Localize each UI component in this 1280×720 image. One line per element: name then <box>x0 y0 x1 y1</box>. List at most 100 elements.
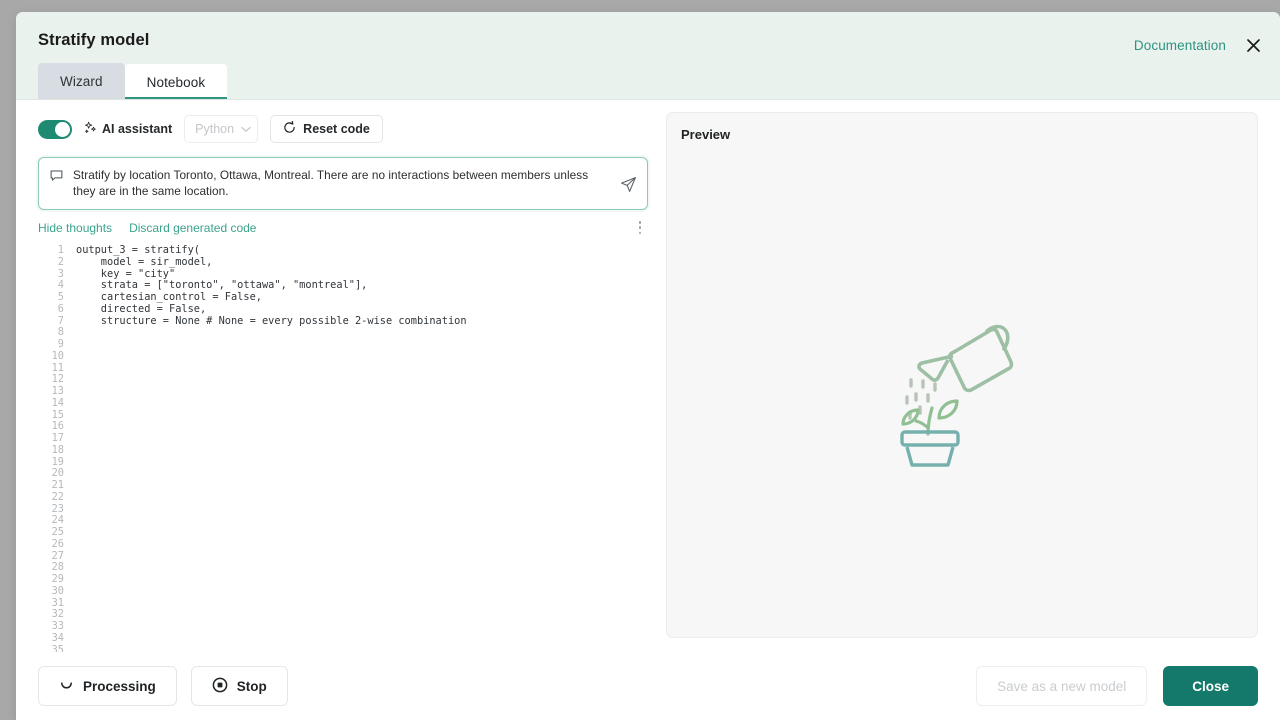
ai-assistant-label-group: AI assistant <box>84 121 172 137</box>
language-select[interactable]: Python <box>184 115 259 143</box>
stop-button[interactable]: Stop <box>190 666 288 706</box>
code-editor[interactable]: 1 2 3 4 5 6 7 8 9 10 11 12 13 14 15 16 17 18 19 20 21 22 23 24 2… <box>38 245 648 652</box>
language-value: Python <box>195 122 235 136</box>
code-line: structure = None # None = every possible… <box>76 314 467 327</box>
line-number: 17 <box>51 432 64 444</box>
tab-wizard[interactable]: Wizard <box>38 63 125 99</box>
tab-bar: Wizard Notebook <box>38 63 228 99</box>
modal-backdrop: Stratify model Documentation Wizard Note… <box>0 0 1280 720</box>
code-line: model = sir_model, <box>76 255 213 268</box>
notebook-pane: AI assistant Python Reset code Stratify … <box>38 112 648 652</box>
reset-code-button[interactable]: Reset code <box>270 115 383 143</box>
toggle-knob <box>55 121 70 137</box>
dialog-body: AI assistant Python Reset code Stratify … <box>16 100 1280 652</box>
line-number: 6 <box>57 302 64 315</box>
refresh-icon <box>283 120 296 137</box>
line-number: 35 <box>51 643 64 652</box>
line-number: 34 <box>51 631 64 644</box>
line-number: 13 <box>51 385 64 397</box>
stop-label: Stop <box>236 678 267 694</box>
tab-notebook[interactable]: Notebook <box>124 63 228 99</box>
save-label: Save as a new model <box>997 678 1127 694</box>
dialog-footer: Processing Stop Save as a new model Clos… <box>16 652 1280 720</box>
hide-thoughts-link[interactable]: Hide thoughts <box>38 221 112 235</box>
line-number: 33 <box>51 620 64 632</box>
sparkle-icon <box>84 121 97 137</box>
processing-label: Processing <box>83 678 156 694</box>
ai-assistant-label: AI assistant <box>102 122 173 136</box>
preview-title: Preview <box>681 127 731 142</box>
line-number: 18 <box>51 443 64 456</box>
processing-button[interactable]: Processing <box>38 666 177 706</box>
line-number: 25 <box>51 526 64 538</box>
page-title: Stratify model <box>38 31 150 49</box>
line-number-gutter: 1 2 3 4 5 6 7 8 9 10 11 12 13 14 15 16 17 18 19 20 21 22 23 24 2… <box>38 245 64 652</box>
save-as-new-model-button[interactable]: Save as a new model <box>976 666 1148 706</box>
line-number: 26 <box>51 537 64 550</box>
line-number: 22 <box>51 490 64 503</box>
send-icon[interactable] <box>620 176 637 199</box>
close-label: Close <box>1192 678 1229 694</box>
reset-code-label: Reset code <box>303 122 370 136</box>
code-line: cartesian_control = False, <box>76 291 262 303</box>
ai-prompt-text: Stratify by location Toronto, Ottawa, Mo… <box>73 168 589 198</box>
line-number: 1 <box>57 245 64 256</box>
ai-prompt-box[interactable]: Stratify by location Toronto, Ottawa, Mo… <box>38 157 648 210</box>
close-icon[interactable] <box>1242 34 1264 56</box>
notebook-toolbar: AI assistant Python Reset code <box>38 112 648 146</box>
code-content[interactable]: output_3 = stratify( model = sir_model, … <box>64 245 648 652</box>
close-button[interactable]: Close <box>1163 666 1258 706</box>
line-number: 29 <box>51 573 64 585</box>
chevron-down-icon <box>241 122 251 136</box>
line-number: 14 <box>51 396 64 409</box>
documentation-link[interactable]: Documentation <box>1134 38 1226 53</box>
discard-generated-code-link[interactable]: Discard generated code <box>129 221 256 235</box>
line-number: 10 <box>51 349 64 362</box>
chat-bubble-icon <box>50 168 63 187</box>
dialog-header: Stratify model Documentation Wizard Note… <box>16 12 1280 100</box>
code-line: directed = False, <box>76 302 207 315</box>
line-number: 9 <box>57 338 64 350</box>
line-number: 5 <box>57 291 64 303</box>
more-vertical-icon[interactable] <box>633 220 647 235</box>
code-line: output_3 = stratify( <box>76 245 200 256</box>
line-number: 21 <box>51 479 64 491</box>
generated-code-actions: Hide thoughts Discard generated code <box>38 219 648 237</box>
stratify-model-dialog: Stratify model Documentation Wizard Note… <box>16 12 1280 720</box>
footer-left-actions: Processing Stop <box>38 666 288 706</box>
preview-panel: Preview <box>666 112 1258 638</box>
spinner-icon <box>59 677 74 695</box>
line-number: 30 <box>51 584 64 597</box>
ai-assistant-toggle[interactable] <box>38 119 72 139</box>
header-actions: Documentation <box>1134 34 1264 56</box>
stop-circle-icon <box>212 677 228 696</box>
footer-right-actions: Save as a new model Close <box>976 666 1258 706</box>
